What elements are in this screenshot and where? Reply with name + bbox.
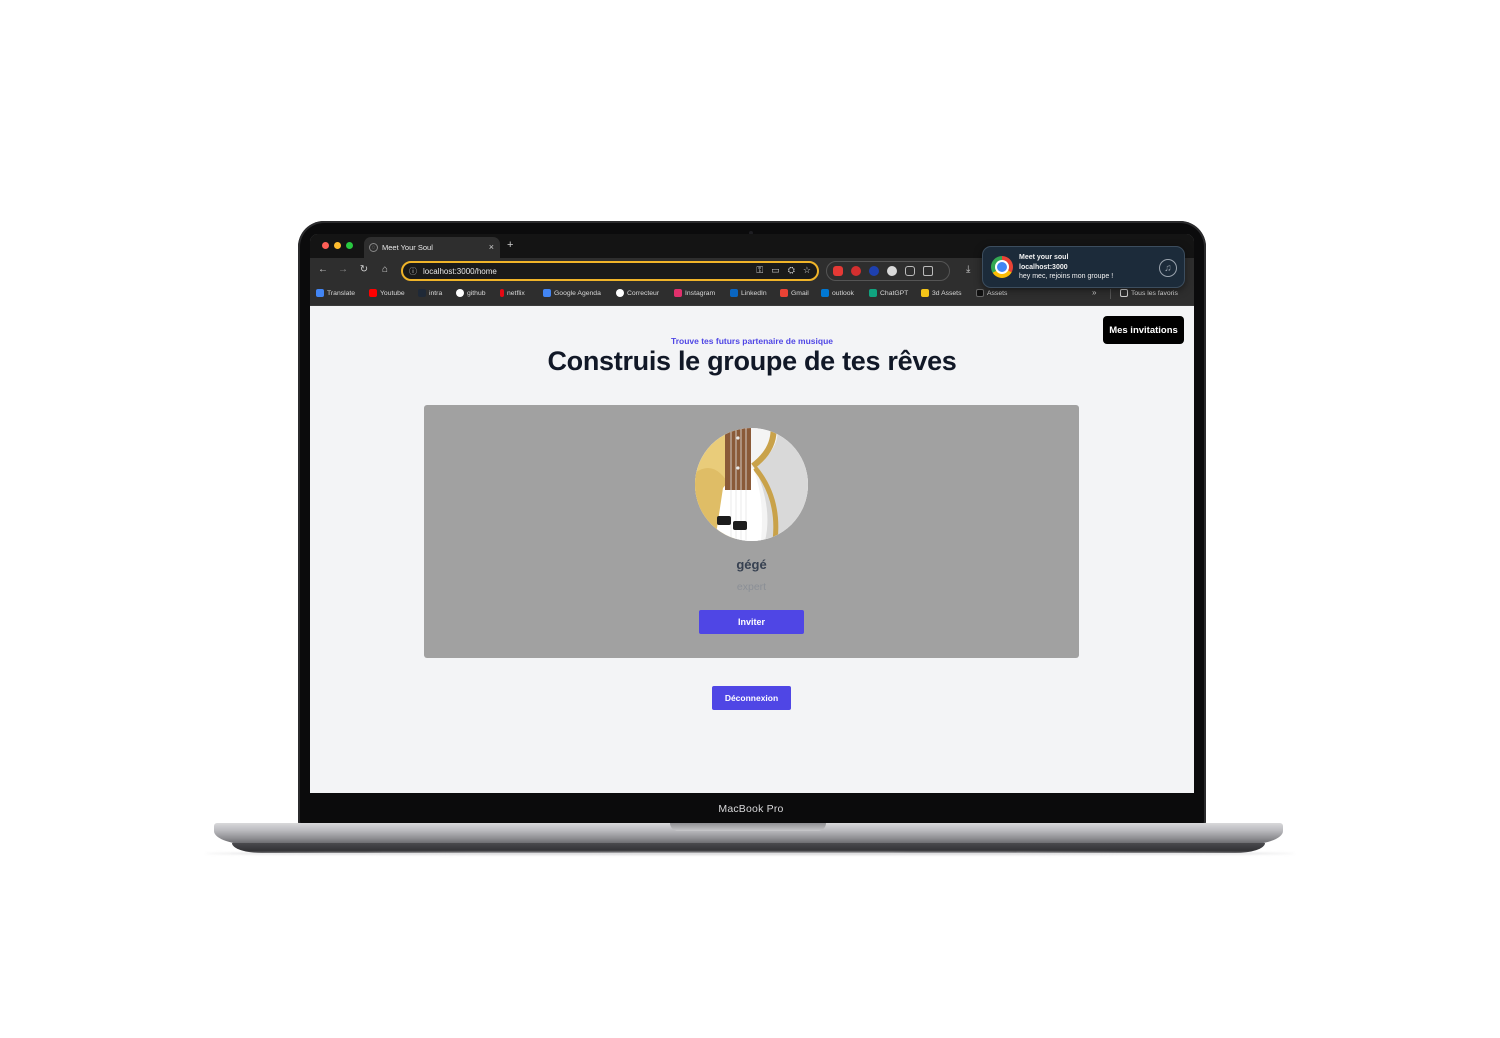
password-key-icon[interactable]: ⚿ <box>756 265 763 276</box>
laptop-shadow <box>205 852 1295 855</box>
maximize-window-button[interactable] <box>346 242 353 249</box>
linkedin-icon <box>730 289 738 297</box>
extension-badge-icon[interactable] <box>851 266 861 276</box>
translate-bookmark-icon <box>316 289 324 297</box>
browser-chrome: ◌ Meet Your Soul × + ← → ↻ ⌂ ⓘ localhost… <box>310 234 1194 306</box>
bookmark-3d-assets[interactable]: 3d Assets <box>921 289 961 297</box>
bookmark-label: intra <box>429 289 443 297</box>
address-bar[interactable]: ⓘ localhost:3000/home ⚿ ▭ ⛭ ☆ <box>401 261 819 281</box>
new-tab-button[interactable]: + <box>507 239 513 251</box>
bookmark-linkedin[interactable]: LinkedIn <box>730 289 767 297</box>
push-notification[interactable]: Meet your soul localhost:3000 hey mec, r… <box>982 246 1185 288</box>
puzzle-icon[interactable] <box>923 266 933 276</box>
music-note-icon: ♫ <box>1159 259 1177 277</box>
bookmark-youtube[interactable]: Youtube <box>369 289 405 297</box>
laptop-model-label: MacBook Pro <box>718 803 784 815</box>
logout-button[interactable]: Déconnexion <box>712 686 791 710</box>
download-icon[interactable]: ⤓ <box>966 264 970 275</box>
musician-name: gégé <box>736 557 767 572</box>
reload-icon[interactable]: ↻ <box>358 264 370 275</box>
outlook-icon <box>821 289 829 297</box>
correcteur-icon <box>616 289 624 297</box>
page-eyebrow: Trouve tes futurs partenaire de musique <box>670 336 833 346</box>
bookmark-label: Google Agenda <box>554 289 601 297</box>
more-bookmarks-icon[interactable]: » <box>1092 288 1096 297</box>
calendar-icon <box>543 289 551 297</box>
tab-title: Meet Your Soul <box>382 243 433 252</box>
close-tab-icon[interactable]: × <box>489 242 494 252</box>
chrome-logo-icon <box>991 256 1013 278</box>
all-bookmarks-label: Tous les favoris <box>1131 289 1178 297</box>
page-title: Construis le groupe de tes rêves <box>547 346 957 376</box>
back-arrow-icon[interactable]: ← <box>317 264 329 275</box>
bookmark-star-icon[interactable]: ☆ <box>803 265 811 276</box>
bookmark-label: LinkedIn <box>741 289 767 297</box>
bookmark-assets[interactable]: Assets <box>976 289 1007 297</box>
bookmark-translate[interactable]: Translate <box>316 289 355 297</box>
musician-level: expert <box>736 581 767 593</box>
invite-button[interactable]: Inviter <box>699 610 804 634</box>
bookmark-label: netflix <box>507 289 525 297</box>
screen: ◌ Meet Your Soul × + ← → ↻ ⌂ ⓘ localhost… <box>310 234 1194 793</box>
bookmark-label: Correcteur <box>627 289 660 297</box>
extension-circle-icon[interactable] <box>887 266 897 276</box>
screenshot-icon[interactable] <box>905 266 915 276</box>
github-icon <box>456 289 464 297</box>
bookmark-label: github <box>467 289 486 297</box>
avatar <box>695 428 808 541</box>
home-icon[interactable]: ⌂ <box>379 264 391 275</box>
tab-meet-your-soul[interactable]: ◌ Meet Your Soul × <box>364 237 500 258</box>
3d-assets-icon <box>921 289 929 297</box>
extension-red-icon[interactable] <box>833 266 843 276</box>
assets-icon <box>976 289 984 297</box>
bookmark-label: Assets <box>987 289 1008 297</box>
laptop-opening-groove <box>670 823 826 831</box>
bookmark-label: Gmail <box>791 289 809 297</box>
globe-icon: ◌ <box>369 243 378 252</box>
bookmark-gmail[interactable]: Gmail <box>780 289 809 297</box>
bookmark-label: outlook <box>832 289 854 297</box>
notification-text: Meet your soul localhost:3000 hey mec, r… <box>1019 253 1113 282</box>
notification-message: hey mec, rejoins mon groupe ! <box>1019 273 1114 280</box>
extensions-group <box>826 261 950 281</box>
bookmarks-divider <box>1110 289 1111 299</box>
bass-guitar-photo <box>695 428 808 541</box>
bookmark-intra[interactable]: intra <box>418 289 442 297</box>
bookmark-label: Instagram <box>685 289 716 297</box>
notification-origin: localhost:3000 <box>1019 263 1068 271</box>
gmail-icon <box>780 289 788 297</box>
page-content: Mes invitations Trouve tes futurs parten… <box>310 306 1194 793</box>
bookmark-google-agenda[interactable]: Google Agenda <box>543 289 601 297</box>
close-window-button[interactable] <box>322 242 329 249</box>
extension-blue-icon[interactable] <box>869 266 879 276</box>
bookmark-label: Youtube <box>380 289 405 297</box>
address-text: localhost:3000/home <box>423 266 497 276</box>
bookmark-label: Translate <box>327 289 356 297</box>
musician-card: gégé expert Inviter <box>424 405 1079 658</box>
bookmark-label: ChatGPT <box>880 289 909 297</box>
intra-icon <box>418 289 426 297</box>
bookmark-label: 3d Assets <box>932 289 962 297</box>
bookmark-correcteur[interactable]: Correcteur <box>616 289 659 297</box>
minimize-window-button[interactable] <box>334 242 341 249</box>
folder-icon <box>1120 289 1128 297</box>
all-bookmarks-folder[interactable]: Tous les favoris <box>1120 289 1178 297</box>
instagram-icon <box>674 289 682 297</box>
bookmark-github[interactable]: github <box>456 289 486 297</box>
bookmark-netflix[interactable]: netflix <box>500 289 525 297</box>
chatgpt-icon <box>869 289 877 297</box>
notification-title: Meet your soul <box>1019 254 1069 261</box>
netflix-icon <box>500 289 504 297</box>
bookmark-outlook[interactable]: outlook <box>821 289 854 297</box>
site-info-icon[interactable]: ⓘ <box>409 266 417 277</box>
bookmark-instagram[interactable]: Instagram <box>674 289 715 297</box>
forward-arrow-icon[interactable]: → <box>337 264 349 275</box>
youtube-icon <box>369 289 377 297</box>
cast-icon[interactable]: ▭ <box>771 265 780 276</box>
translate-icon[interactable]: ⛭ <box>788 265 795 276</box>
bookmark-chatgpt[interactable]: ChatGPT <box>869 289 908 297</box>
